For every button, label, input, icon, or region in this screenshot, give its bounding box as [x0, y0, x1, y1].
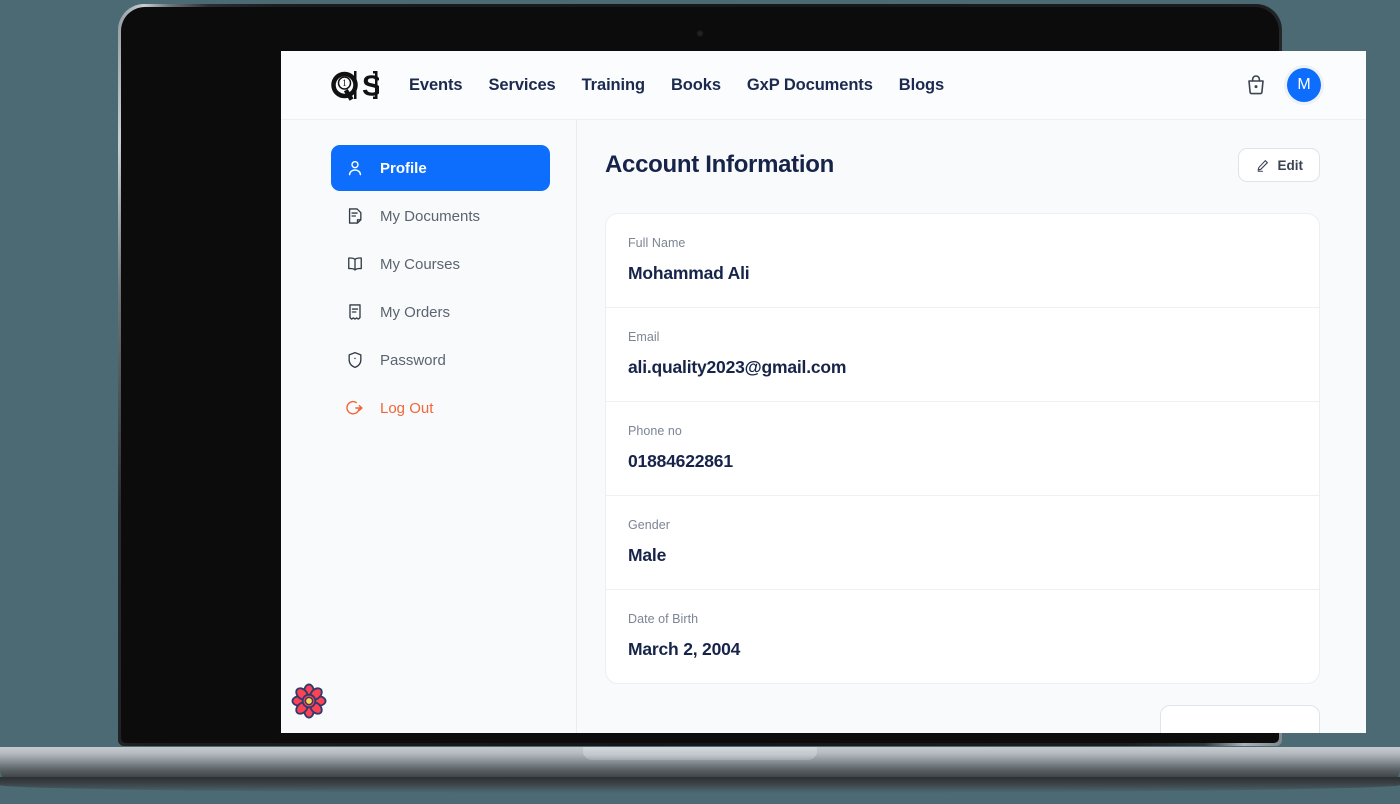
partially-visible-button[interactable]	[1160, 705, 1320, 733]
main-header: Account Information Edit	[605, 148, 1320, 182]
svg-text:1: 1	[342, 78, 347, 88]
sidebar-item-label: Log Out	[380, 400, 433, 417]
card-footer-actions	[605, 684, 1320, 733]
header-actions: M	[1244, 65, 1324, 105]
field-full-name: Full Name Mohammad Ali	[606, 214, 1319, 308]
field-gender: Gender Male	[606, 496, 1319, 590]
field-label: Email	[628, 330, 1297, 344]
field-date-of-birth: Date of Birth March 2, 2004	[606, 590, 1319, 683]
sidebar-item-my-documents[interactable]: My Documents	[331, 193, 550, 239]
logout-icon	[345, 398, 365, 418]
field-label: Full Name	[628, 236, 1297, 250]
account-info-card: Full Name Mohammad Ali Email ali.quality…	[605, 213, 1320, 684]
book-icon	[345, 254, 365, 274]
qs-logo[interactable]: 1 S	[331, 68, 379, 102]
sidebar-item-label: My Documents	[380, 208, 480, 225]
primary-nav: Events Services Training Books GxP Docum…	[409, 76, 944, 95]
field-value: Male	[628, 545, 1297, 566]
field-value: ali.quality2023@gmail.com	[628, 357, 1297, 378]
avatar-initial: M	[1287, 68, 1321, 102]
nav-events[interactable]: Events	[409, 76, 463, 95]
receipt-icon	[345, 302, 365, 322]
laptop-base-notch	[583, 747, 817, 760]
field-phone-no: Phone no 01884622861	[606, 402, 1319, 496]
sidebar-item-profile[interactable]: Profile	[331, 145, 550, 191]
edit-button-label: Edit	[1278, 158, 1304, 173]
nav-books[interactable]: Books	[671, 76, 721, 95]
pencil-icon	[1255, 158, 1270, 173]
document-icon	[345, 206, 365, 226]
avatar[interactable]: M	[1284, 65, 1324, 105]
field-label: Date of Birth	[628, 612, 1297, 626]
laptop-base-shadow	[0, 777, 1400, 793]
react-query-devtools-flower-icon[interactable]	[291, 683, 327, 719]
macbook-air-mockup: MacBook Air	[0, 0, 1400, 804]
sidebar-item-label: My Orders	[380, 304, 450, 321]
account-sidebar: Profile My Documents	[281, 120, 577, 733]
user-icon	[345, 158, 365, 178]
sidebar-item-password[interactable]: Password	[331, 337, 550, 383]
app-body: Profile My Documents	[281, 120, 1366, 733]
laptop-lid: MacBook Air	[118, 4, 1282, 746]
page-title: Account Information	[605, 151, 834, 179]
field-label: Phone no	[628, 424, 1297, 438]
sidebar-item-label: My Courses	[380, 256, 460, 273]
sidebar-item-label: Password	[380, 352, 446, 369]
sidebar-item-my-courses[interactable]: My Courses	[331, 241, 550, 287]
nav-gxp-documents[interactable]: GxP Documents	[747, 76, 873, 95]
laptop-bezel: MacBook Air	[121, 7, 1279, 743]
shopping-bag-icon[interactable]	[1244, 73, 1268, 97]
site-header: 1 S Events	[281, 51, 1366, 120]
field-value: Mohammad Ali	[628, 263, 1297, 284]
nav-blogs[interactable]: Blogs	[899, 76, 944, 95]
shield-icon	[345, 350, 365, 370]
field-email: Email ali.quality2023@gmail.com	[606, 308, 1319, 402]
field-label: Gender	[628, 518, 1297, 532]
field-value: March 2, 2004	[628, 639, 1297, 660]
nav-training[interactable]: Training	[582, 76, 645, 95]
sidebar-item-log-out[interactable]: Log Out	[331, 385, 550, 431]
screen-content: 1 S Events	[281, 51, 1366, 733]
nav-services[interactable]: Services	[489, 76, 556, 95]
webcam-icon	[697, 30, 704, 37]
field-value: 01884622861	[628, 451, 1297, 472]
sidebar-item-my-orders[interactable]: My Orders	[331, 289, 550, 335]
edit-button[interactable]: Edit	[1238, 148, 1321, 182]
sidebar-item-label: Profile	[380, 160, 427, 177]
account-main: Account Information Edit	[577, 120, 1366, 733]
